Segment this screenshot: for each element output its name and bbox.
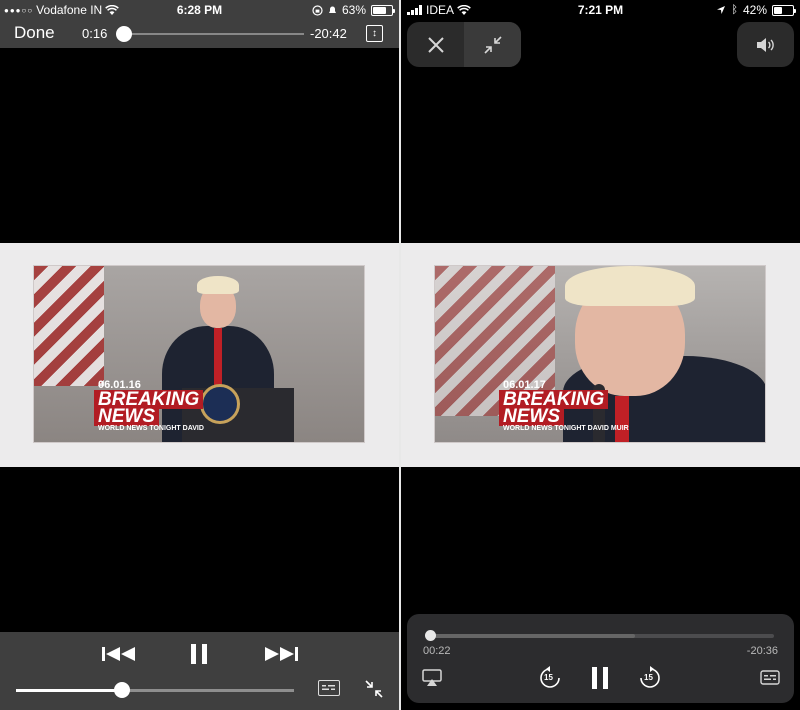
skip-forward-icon: [265, 647, 298, 661]
breaking-news-headline-2: NEWS: [94, 407, 159, 426]
location-icon: [717, 6, 726, 14]
skip-back-icon: [102, 647, 135, 661]
volume-slider[interactable]: [16, 682, 294, 698]
elapsed-time: 0:16: [82, 26, 108, 41]
next-track-button[interactable]: [262, 644, 300, 664]
remaining-time: -20:42: [310, 26, 347, 41]
scrubber-track[interactable]: [424, 630, 774, 641]
wifi-icon: [457, 4, 471, 15]
flag-image: [34, 266, 104, 386]
captions-button[interactable]: [318, 680, 340, 696]
exit-fullscreen-button[interactable]: [364, 679, 384, 699]
aspect-ratio-icon: ↕: [372, 28, 377, 39]
captions-icon: [760, 670, 780, 685]
right-player-screen: IDEA 7:21 PM ᛒ 42% 06.01.17 BREAKING NEW…: [401, 0, 800, 710]
pause-icon: [191, 644, 207, 664]
skip-forward-seconds: 15: [644, 673, 653, 682]
scrubber-handle[interactable]: [424, 630, 436, 641]
airplay-icon: [422, 669, 442, 686]
remaining-time: -20:36: [746, 645, 778, 657]
left-top-bar: ●●●○○ Vodafone IN 6:28 PM 63% Done 0:16: [0, 0, 399, 48]
status-time: 7:21 PM: [577, 3, 624, 17]
status-time: 6:28 PM: [176, 3, 223, 17]
breaking-news-subline: WORLD NEWS TONIGHT DAVID: [98, 425, 204, 432]
wifi-icon: [105, 4, 120, 15]
shrink-button[interactable]: [464, 22, 521, 67]
video-area[interactable]: 06.01.17 BREAKING NEWS WORLD NEWS TONIGH…: [401, 243, 800, 467]
left-player-screen: ●●●○○ Vodafone IN 6:28 PM 63% Done 0:16: [0, 0, 399, 710]
video-frame: 06.01.16 BREAKING NEWS WORLD NEWS TONIGH…: [33, 265, 365, 443]
presidential-seal-image: [200, 384, 240, 424]
carrier-name: IDEA: [426, 3, 455, 17]
battery-icon: [772, 4, 796, 16]
elapsed-time: 00:22: [423, 645, 451, 657]
left-status-bar: ●●●○○ Vodafone IN 6:28 PM 63%: [0, 0, 399, 20]
alarm-icon: [328, 6, 336, 13]
carrier-name: Vodafone IN: [36, 3, 103, 17]
volume-handle[interactable]: [113, 682, 130, 698]
volume-icon: [756, 37, 774, 52]
pause-button[interactable]: [188, 642, 210, 666]
done-button[interactable]: Done: [14, 23, 55, 43]
signal-dots-icon: ●●●○○: [4, 5, 34, 15]
left-bottom-controls: [0, 632, 399, 710]
video-frame: 06.01.17 BREAKING NEWS WORLD NEWS TONIGH…: [434, 265, 766, 443]
breaking-news-subline: WORLD NEWS TONIGHT DAVID MUIR: [503, 425, 629, 432]
scrubber-handle[interactable]: [115, 26, 132, 42]
battery-percent: 42%: [742, 3, 767, 17]
volume-button[interactable]: [737, 22, 794, 67]
right-status-bar: IDEA 7:21 PM ᛒ 42%: [401, 0, 800, 20]
battery-icon: [371, 4, 395, 16]
breaking-news-headline-2: NEWS: [499, 407, 564, 426]
close-button[interactable]: [407, 22, 464, 67]
bluetooth-icon: ᛒ: [731, 4, 738, 16]
exit-fullscreen-icon: [365, 680, 383, 698]
video-area[interactable]: 06.01.16 BREAKING NEWS WORLD NEWS TONIGH…: [0, 243, 399, 467]
battery-percent: 63%: [341, 3, 366, 17]
close-icon: [427, 36, 444, 53]
orientation-lock-icon: [312, 4, 323, 16]
skip-back-seconds: 15: [544, 673, 553, 682]
signal-bars-icon: [407, 5, 422, 15]
previous-track-button[interactable]: [100, 644, 138, 664]
pause-button[interactable]: [587, 664, 613, 692]
pause-icon: [592, 667, 608, 689]
scrubber-track[interactable]: [115, 26, 304, 42]
skip-forward-15-button[interactable]: 15: [637, 664, 663, 692]
top-control-group: [407, 22, 521, 67]
playback-control-panel: 00:22 -20:36 15 15: [407, 614, 794, 703]
aspect-ratio-button[interactable]: ↕: [366, 25, 383, 42]
captions-icon: [322, 685, 335, 690]
airplay-button[interactable]: [419, 664, 445, 692]
shrink-icon: [483, 35, 502, 54]
captions-button[interactable]: [757, 664, 783, 692]
skip-back-15-button[interactable]: 15: [537, 664, 563, 692]
